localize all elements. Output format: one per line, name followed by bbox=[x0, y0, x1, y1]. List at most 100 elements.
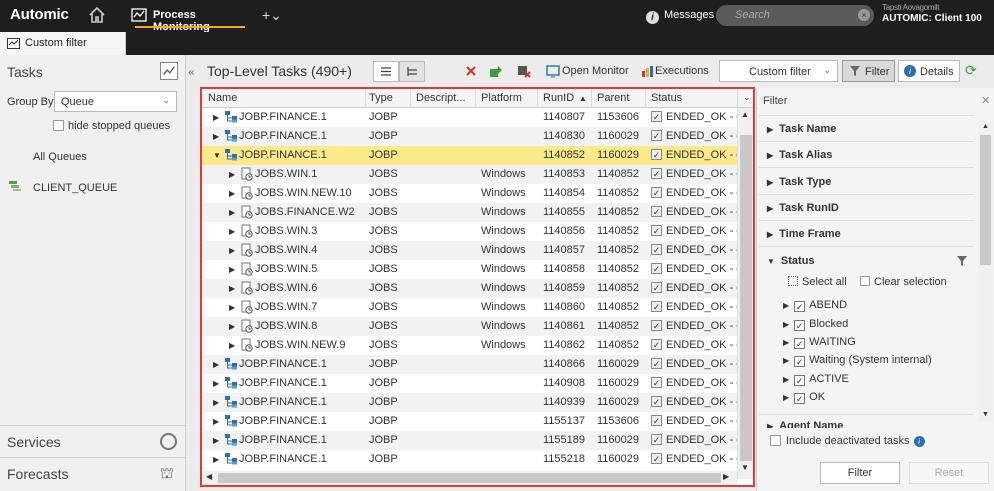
table-row[interactable]: ▶ JOBP.FINANCE.1 JOBP 1140908 1160029 ✓ ENDED_… bbox=[202, 374, 737, 393]
expand-row-icon[interactable]: ▶ bbox=[229, 189, 235, 198]
services-section[interactable]: Services bbox=[0, 425, 186, 458]
expand-row-icon[interactable]: ▶ bbox=[229, 322, 235, 331]
column-header-description[interactable]: Descript... bbox=[416, 92, 466, 104]
column-header-platform[interactable]: Platform bbox=[481, 92, 522, 104]
search-input[interactable]: Search × bbox=[716, 5, 874, 26]
filter-section-task-name[interactable]: ▶ Task Name bbox=[767, 123, 836, 135]
deactivate-icon[interactable] bbox=[517, 64, 531, 78]
filter-section-task-runid[interactable]: ▶ Task RunID bbox=[767, 202, 839, 214]
scroll-up-icon[interactable]: ▲ bbox=[982, 123, 989, 130]
custom-filter-select[interactable]: Custom filter ⌄ bbox=[719, 60, 838, 82]
details-button[interactable]: i Details bbox=[898, 60, 960, 82]
filter-toggle-button[interactable]: Filter bbox=[842, 60, 895, 82]
add-tab-button[interactable]: +⌄ bbox=[262, 7, 282, 24]
scroll-down-icon[interactable]: ▼ bbox=[982, 411, 989, 418]
table-row[interactable]: ▶ JOBS.WIN.6 JOBS Windows 1140859 1140852 ✓ END… bbox=[202, 279, 737, 298]
expand-row-icon[interactable]: ▶ bbox=[213, 113, 219, 122]
table-row[interactable]: ▶ JOBP.FINANCE.1 JOBP 1140807 1153606 ✓ ENDED_… bbox=[202, 108, 737, 127]
table-row[interactable]: ▶ JOBP.FINANCE.1 JOBP 1140830 1160029 ✓ ENDED_… bbox=[202, 127, 737, 146]
filter-section-task-type[interactable]: ▶ Task Type bbox=[767, 176, 831, 188]
scroll-thumb[interactable] bbox=[980, 135, 991, 265]
column-header-runid[interactable]: RunID bbox=[543, 92, 574, 104]
filter-scrollbar[interactable]: ▲ ▼ bbox=[978, 121, 993, 421]
tree-view-button[interactable] bbox=[399, 61, 425, 82]
filter-section-task-alias[interactable]: ▶ Task Alias bbox=[767, 149, 832, 161]
expand-row-icon[interactable]: ▶ bbox=[213, 379, 219, 388]
table-row[interactable]: ▶ JOBP.FINANCE.1 JOBP 1155189 1160029 ✓ ENDED_… bbox=[202, 431, 737, 450]
queue-item-client-queue[interactable]: CLIENT_QUEUE bbox=[33, 182, 117, 194]
table-row[interactable]: ▶ JOBS.WIN.4 JOBS Windows 1140857 1140852 ✓ END… bbox=[202, 241, 737, 260]
chevron-down-icon[interactable]: ⌄ bbox=[743, 92, 751, 103]
expand-row-icon[interactable]: ▶ bbox=[213, 398, 219, 407]
clear-search-icon[interactable]: × bbox=[858, 9, 870, 21]
reset-button[interactable]: Reset bbox=[909, 462, 989, 484]
expand-row-icon[interactable]: ▶ bbox=[229, 208, 235, 217]
expand-row-icon[interactable]: ▶ bbox=[213, 132, 219, 141]
collapse-row-icon[interactable]: ▼ bbox=[213, 151, 221, 160]
status-option[interactable]: ▶ ✓ WAITING bbox=[783, 336, 856, 349]
forecasts-section[interactable]: Forecasts ⛫ bbox=[0, 458, 186, 491]
info-icon[interactable]: i bbox=[913, 436, 925, 447]
checkbox-checked[interactable]: ✓ bbox=[794, 301, 806, 312]
table-row[interactable]: ▶ JOBP.FINANCE.1 JOBP 1155218 1160029 ✓ ENDED_… bbox=[202, 450, 737, 469]
expand-row-icon[interactable]: ▶ bbox=[229, 303, 235, 312]
table-row[interactable]: ▶ JOBP.FINANCE.1 JOBP 1140939 1160029 ✓ ENDED_… bbox=[202, 393, 737, 412]
select-all-button[interactable]: Select all bbox=[788, 276, 847, 288]
user-menu[interactable]: Tapsti Aovagomilt AUTOMIC: Client 100 bbox=[882, 3, 982, 24]
cancel-icon[interactable] bbox=[464, 64, 478, 78]
table-row[interactable]: ▼ JOBP.FINANCE.1 JOBP 1140852 1160029 ✓ ENDED_… bbox=[202, 146, 737, 165]
messages-button[interactable]: i Messages bbox=[646, 9, 714, 24]
table-row[interactable]: ▶ JOBS.WIN.NEW.9 JOBS Windows 1140862 1140852… bbox=[202, 336, 737, 355]
collapse-panel-icon[interactable]: « bbox=[188, 65, 195, 79]
tab-custom-filter[interactable]: Custom filter bbox=[0, 32, 126, 55]
refresh-icon[interactable]: ⟳ bbox=[965, 62, 977, 79]
all-queues-item[interactable]: All Queues bbox=[33, 151, 87, 163]
column-header-status[interactable]: Status bbox=[651, 92, 682, 104]
checkbox-checked[interactable]: ✓ bbox=[794, 375, 806, 386]
filter-funnel-icon[interactable] bbox=[956, 255, 968, 267]
scroll-thumb[interactable] bbox=[740, 135, 752, 461]
table-row[interactable]: ▶ JOBP.FINANCE.1 JOBP 1155137 1153606 ✓ ENDED_… bbox=[202, 412, 737, 431]
expand-row-icon[interactable]: ▶ bbox=[229, 170, 235, 179]
scroll-right-icon[interactable]: ▶ bbox=[723, 472, 729, 481]
status-option[interactable]: ▶ ✓ ACTIVE bbox=[783, 373, 849, 386]
vertical-scrollbar[interactable]: ▲ ▼ bbox=[737, 108, 753, 479]
table-row[interactable]: ▶ JOBS.WIN.8 JOBS Windows 1140861 1140852 ✓ END… bbox=[202, 317, 737, 336]
status-option[interactable]: ▶ ✓ Waiting (System internal) bbox=[783, 354, 932, 367]
status-option[interactable]: ▶ ✓ Blocked bbox=[783, 318, 848, 331]
home-icon[interactable] bbox=[88, 6, 106, 24]
checkbox-checked[interactable]: ✓ bbox=[794, 356, 806, 367]
horizontal-scrollbar[interactable]: ◀ ▶ bbox=[202, 471, 737, 485]
expand-row-icon[interactable]: ▶ bbox=[213, 360, 219, 369]
group-by-select[interactable]: Queue ⌄ bbox=[54, 91, 177, 112]
executions-button[interactable]: Executions bbox=[655, 65, 709, 77]
table-row[interactable]: ▶ JOBS.WIN.1 JOBS Windows 1140853 1140852 ✓ END… bbox=[202, 165, 737, 184]
filter-section-status[interactable]: ▼ Status bbox=[767, 255, 815, 267]
table-row[interactable]: ▶ JOBS.WIN.3 JOBS Windows 1140856 1140852 ✓ END… bbox=[202, 222, 737, 241]
restart-icon[interactable] bbox=[489, 64, 503, 78]
expand-row-icon[interactable]: ▶ bbox=[229, 246, 235, 255]
scroll-down-icon[interactable]: ▼ bbox=[741, 463, 749, 472]
close-icon[interactable]: ✕ bbox=[981, 94, 990, 107]
expand-row-icon[interactable]: ▶ bbox=[213, 455, 219, 464]
column-header-parent[interactable]: Parent bbox=[597, 92, 629, 104]
expand-row-icon[interactable]: ▶ bbox=[229, 341, 235, 350]
expand-row-icon[interactable]: ▶ bbox=[229, 227, 235, 236]
apply-filter-button[interactable]: Filter bbox=[820, 462, 900, 484]
table-row[interactable]: ▶ JOBS.WIN.5 JOBS Windows 1140858 1140852 ✓ END… bbox=[202, 260, 737, 279]
checkbox-checked[interactable]: ✓ bbox=[794, 393, 806, 404]
automic-logo[interactable]: Automic bbox=[10, 6, 69, 23]
expand-row-icon[interactable]: ▶ bbox=[229, 284, 235, 293]
expand-row-icon[interactable]: ▶ bbox=[213, 436, 219, 445]
column-header-type[interactable]: Type bbox=[369, 92, 393, 104]
table-row[interactable]: ▶ JOBP.FINANCE.1 JOBP 1140866 1160029 ✓ ENDED_… bbox=[202, 355, 737, 374]
chart-icon[interactable] bbox=[160, 62, 178, 80]
checkbox-checked[interactable]: ✓ bbox=[794, 320, 806, 331]
table-row[interactable]: ▶ JOBS.WIN.7 JOBS Windows 1140860 1140852 ✓ END… bbox=[202, 298, 737, 317]
status-option[interactable]: ▶ ✓ ABEND bbox=[783, 299, 847, 312]
column-header-name[interactable]: Name bbox=[208, 92, 237, 104]
include-deactivated-checkbox[interactable] bbox=[770, 435, 781, 446]
include-deactivated-option[interactable]: Include deactivated tasks i bbox=[770, 435, 925, 447]
status-option[interactable]: ▶ ✓ OK bbox=[783, 391, 825, 404]
expand-row-icon[interactable]: ▶ bbox=[213, 417, 219, 426]
